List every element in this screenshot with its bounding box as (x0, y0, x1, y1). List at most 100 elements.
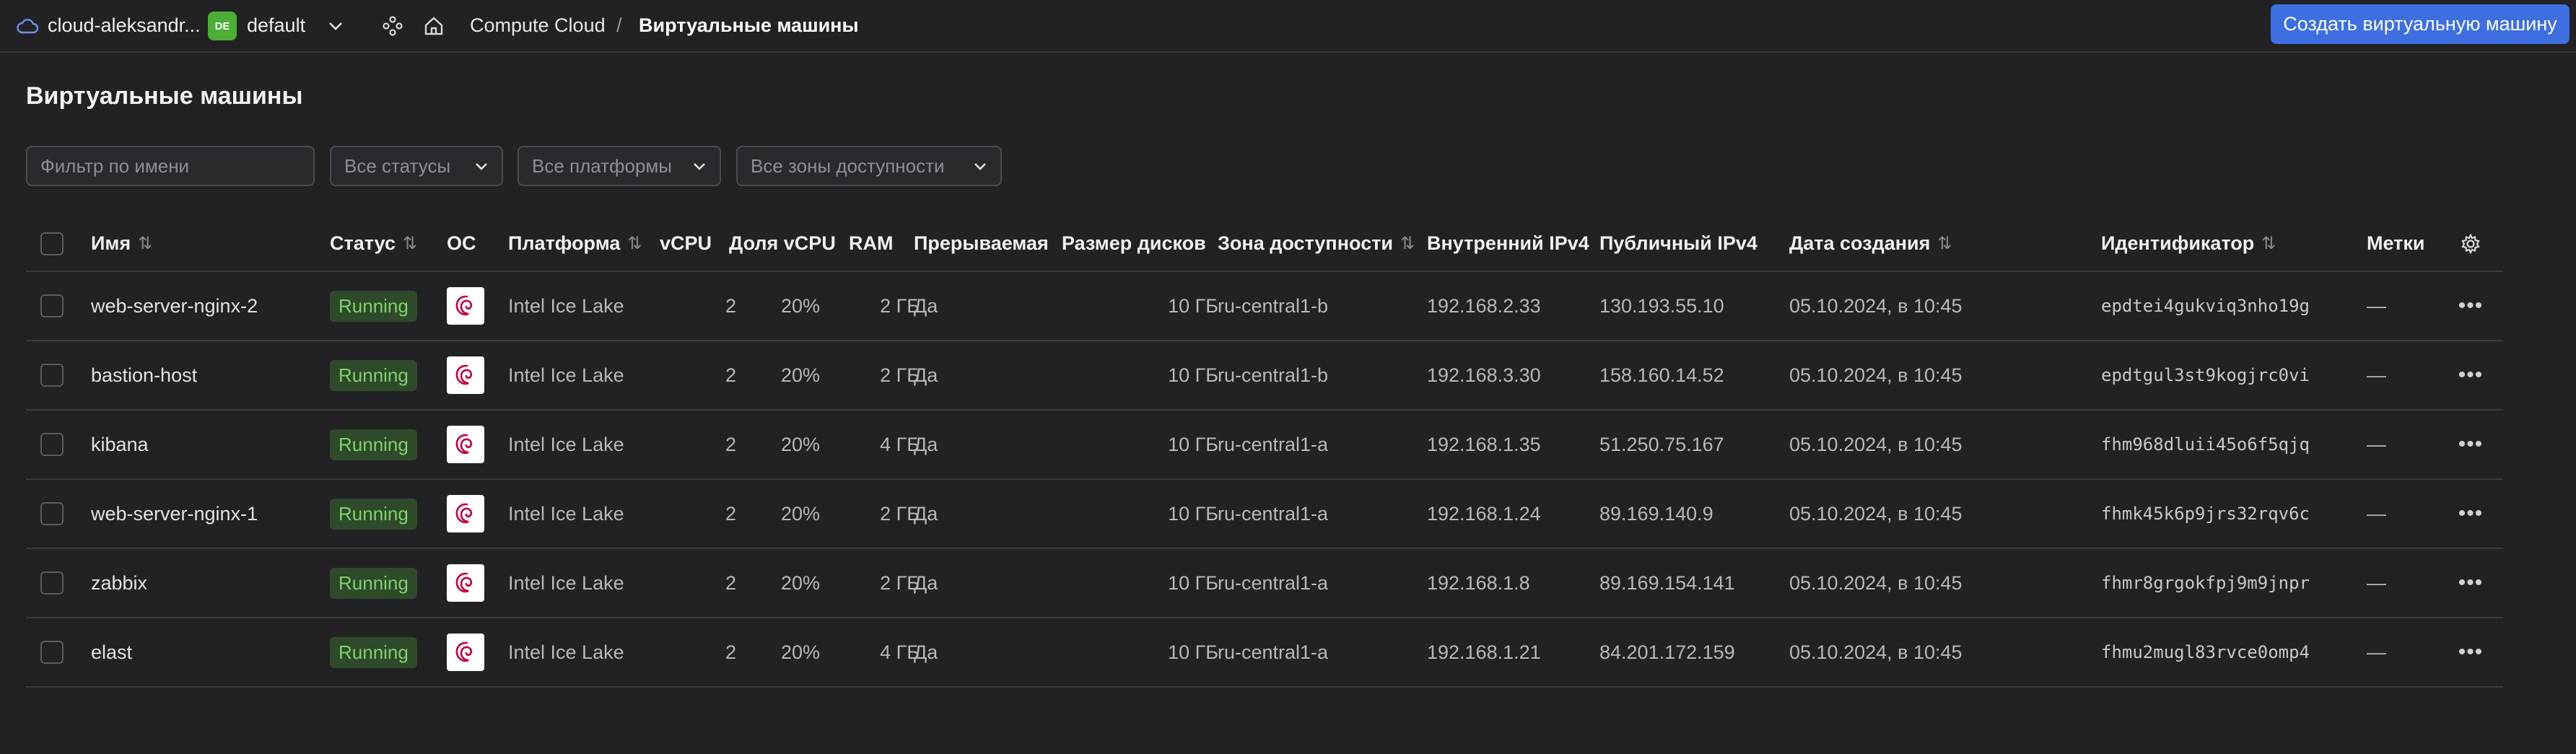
sort-icon[interactable]: ⇅ (1400, 233, 1415, 254)
folder-selector[interactable]: default (247, 0, 305, 51)
debian-icon (447, 356, 484, 394)
row-checkbox[interactable] (40, 502, 64, 525)
platform-filter-select[interactable]: Все платформы (518, 146, 721, 186)
zone: ru-central1-a (1218, 571, 1329, 594)
status-cell: Running (330, 480, 417, 548)
column-id-label: Идентификатор (2101, 232, 2255, 254)
chevron-down-icon[interactable] (325, 0, 346, 51)
vcpu-share: 20% (780, 641, 820, 663)
more-actions-icon[interactable]: ••• (2453, 272, 2489, 340)
disk-size: 10 ГБ (1168, 571, 1218, 594)
column-name[interactable]: Имя ⇅ (91, 216, 152, 271)
sort-icon[interactable]: ⇅ (1937, 233, 1952, 254)
more-actions-icon[interactable]: ••• (2453, 480, 2489, 548)
vm-name[interactable]: web-server-nginx-2 (91, 272, 258, 340)
name-filter-input[interactable]: Фильтр по имени (26, 146, 315, 186)
status-cell: Running (330, 411, 417, 478)
status-filter-select[interactable]: Все статусы (330, 146, 503, 186)
more-actions-icon[interactable]: ••• (2453, 618, 2489, 686)
labels: — (2367, 364, 2386, 386)
table-row[interactable]: zabbix Running Intel Ice Lake 2 20% 2 ГБ Да 10 … (26, 549, 2503, 618)
vm-name[interactable]: elast (91, 618, 132, 686)
status-badge: Running (330, 636, 417, 668)
internal-ip: 192.168.3.30 (1427, 364, 1541, 386)
status-badge: Running (330, 359, 417, 391)
column-status[interactable]: Статус ⇅ (330, 216, 417, 271)
vm-name[interactable]: bastion-host (91, 341, 197, 409)
more-actions-icon[interactable]: ••• (2453, 549, 2489, 617)
row-select-cell (40, 272, 69, 340)
column-zone[interactable]: Зона доступности ⇅ (1218, 216, 1415, 271)
vm-name[interactable]: zabbix (91, 549, 147, 617)
home-icon[interactable] (419, 0, 448, 51)
column-id[interactable]: Идентификатор ⇅ (2101, 216, 2276, 271)
platform: Intel Ice Lake (508, 641, 624, 663)
debian-icon (447, 495, 484, 532)
table-row[interactable]: bastion-host Running Intel Ice Lake 2 20% 2 Г… (26, 341, 2503, 411)
select-all-checkbox[interactable] (40, 232, 64, 255)
sort-icon[interactable]: ⇅ (627, 233, 642, 254)
preemptible: Да (914, 294, 938, 317)
vm-name[interactable]: web-server-nginx-1 (91, 480, 258, 548)
table-row[interactable]: web-server-nginx-2 Running Intel Ice Lake 2… (26, 272, 2503, 341)
internal-ip: 192.168.1.35 (1427, 433, 1541, 455)
sort-icon[interactable]: ⇅ (138, 233, 152, 254)
row-checkbox[interactable] (40, 364, 64, 387)
status-cell: Running (330, 549, 417, 617)
column-platform-label: Платформа (508, 232, 621, 254)
created-date: 05.10.2024, в 10:45 (1789, 502, 1962, 525)
services-icon[interactable] (378, 0, 407, 51)
preemptible: Да (914, 502, 938, 525)
column-platform[interactable]: Платформа ⇅ (508, 216, 642, 271)
labels: — (2367, 502, 2386, 525)
zone-filter-value: Все зоны доступности (751, 154, 945, 177)
zone-filter-select[interactable]: Все зоны доступности (736, 146, 1002, 186)
row-checkbox[interactable] (40, 641, 64, 664)
disk-size: 10 ГБ (1168, 294, 1218, 317)
create-vm-button[interactable]: Создать виртуальную машину (2271, 4, 2570, 44)
debian-icon (447, 426, 484, 463)
sort-icon[interactable]: ⇅ (2261, 233, 2276, 254)
table-row[interactable]: elast Running Intel Ice Lake 2 20% 4 ГБ Да 10 Г… (26, 618, 2503, 688)
row-checkbox[interactable] (40, 433, 64, 456)
vcpu: 2 (725, 294, 736, 317)
os-cell (447, 618, 484, 686)
breadcrumb-compute-cloud[interactable]: Compute Cloud (470, 0, 606, 51)
cloud-icon[interactable] (13, 0, 42, 51)
row-select-cell (40, 480, 69, 548)
column-labels: Метки (2367, 232, 2425, 254)
row-checkbox[interactable] (40, 571, 64, 595)
preemptible: Да (914, 641, 938, 663)
table-row[interactable]: web-server-nginx-1 Running Intel Ice Lake 2… (26, 480, 2503, 549)
os-cell (447, 341, 484, 409)
vcpu-share: 20% (780, 433, 820, 455)
chevron-down-icon (691, 157, 708, 180)
row-checkbox[interactable] (40, 294, 64, 317)
column-internal-ip: Внутренний IPv4 (1427, 232, 1589, 254)
labels: — (2367, 433, 2386, 455)
more-actions-icon[interactable]: ••• (2453, 411, 2489, 478)
vm-name[interactable]: kibana (91, 411, 149, 478)
platform-filter-value: Все платформы (532, 154, 672, 177)
vcpu-share: 20% (780, 502, 820, 525)
breadcrumb-separator: / (616, 14, 622, 36)
labels: — (2367, 641, 2386, 663)
os-cell (447, 480, 484, 548)
table-row[interactable]: kibana Running Intel Ice Lake 2 20% 4 ГБ Да 10 … (26, 411, 2503, 480)
vcpu: 2 (725, 571, 736, 594)
platform: Intel Ice Lake (508, 433, 624, 455)
disk-size: 10 ГБ (1168, 433, 1218, 455)
internal-ip: 192.168.1.8 (1427, 571, 1530, 594)
zone: ru-central1-a (1218, 433, 1329, 455)
cloud-selector[interactable]: cloud-aleksandr... (48, 0, 201, 51)
table-settings-icon[interactable] (2453, 216, 2489, 271)
more-actions-icon[interactable]: ••• (2453, 341, 2489, 409)
zone: ru-central1-b (1218, 294, 1329, 317)
column-created[interactable]: Дата создания ⇅ (1789, 216, 1952, 271)
column-ram: RAM (849, 232, 894, 254)
platform: Intel Ice Lake (508, 571, 624, 594)
column-vcpu: vCPU (660, 232, 712, 254)
sort-icon[interactable]: ⇅ (403, 233, 417, 254)
row-select-cell (40, 411, 69, 478)
disk-size: 10 ГБ (1168, 364, 1218, 386)
